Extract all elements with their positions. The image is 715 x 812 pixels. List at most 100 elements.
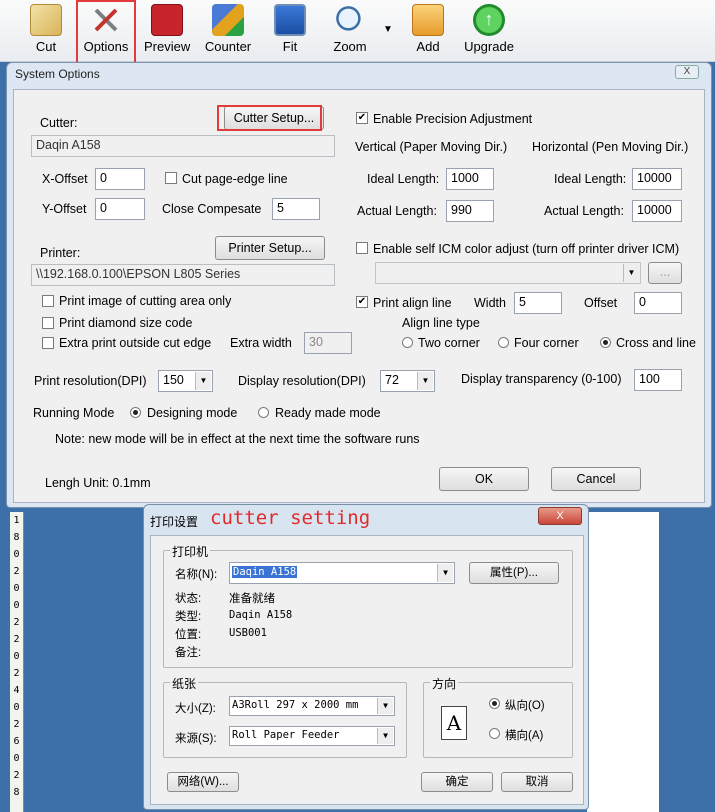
cross-and-line-radio[interactable]: [600, 337, 611, 348]
print-align-checkbox[interactable]: ✔: [356, 296, 368, 308]
align-width-label: Width: [474, 296, 506, 310]
cancel-button[interactable]: Cancel: [551, 467, 641, 491]
status-label: 状态:: [175, 593, 202, 605]
print-image-checkbox[interactable]: [42, 295, 54, 307]
four-corner-radio[interactable]: [498, 337, 509, 348]
print-cancel-button[interactable]: 取消: [501, 772, 573, 792]
zoom-dropdown-arrow-icon[interactable]: ▼: [383, 24, 393, 35]
fit-icon: [274, 4, 306, 36]
h-actual-length-label: Actual Length:: [544, 204, 624, 218]
close-compesate-label: Close Compesate: [162, 202, 262, 216]
zoom-icon: [334, 4, 366, 36]
ruler-tick-label: 0: [13, 583, 20, 594]
cut-page-edge-checkbox[interactable]: [165, 172, 177, 184]
folder-add-icon: [412, 4, 444, 36]
options-highlight-box: [76, 0, 136, 70]
extra-print-checkbox[interactable]: [42, 337, 54, 349]
align-offset-label: Offset: [584, 296, 618, 310]
cutter-label: Cutter:: [40, 116, 78, 130]
y-offset-field[interactable]: 0: [95, 198, 145, 220]
align-offset-field[interactable]: 0: [634, 292, 682, 314]
vertical-ruler: 1 8 0 2 0 0 2 2 0 2 4 0 2 6 0 2 8: [10, 512, 24, 812]
ruler-tick-label: 4: [13, 685, 20, 696]
extra-width-field[interactable]: 30: [304, 332, 352, 354]
chevron-down-icon: ▼: [623, 264, 639, 282]
chevron-down-icon: ▼: [195, 372, 211, 390]
portrait-radio[interactable]: [489, 698, 500, 709]
four-corner-label: Four corner: [514, 336, 579, 350]
print-setup-dialog: 打印设置 cutter setting X 打印机 名称(N): Daqin A…: [143, 504, 589, 810]
transparency-field[interactable]: 100: [634, 369, 682, 391]
icm-browse-button[interactable]: ...: [648, 262, 682, 284]
enable-precision-label: Enable Precision Adjustment: [373, 112, 533, 126]
status-value: 准备就绪: [229, 593, 275, 605]
close-compesate-field[interactable]: 5: [272, 198, 320, 220]
cutter-name-field[interactable]: Daqin A158: [31, 135, 335, 157]
print-diamond-label: Print diamond size code: [59, 316, 193, 330]
extra-width-label: Extra width: [230, 336, 292, 350]
cut-icon: [30, 4, 62, 36]
toolbar-counter-button[interactable]: Counter: [203, 4, 253, 54]
ruler-tick-label: 1: [13, 515, 20, 526]
mode-note: Note: new mode will be in effect at the …: [55, 432, 420, 446]
printer-name-field[interactable]: \\192.168.0.100\EPSON L805 Series: [31, 264, 335, 286]
ruler-tick-label: 0: [13, 702, 20, 713]
align-type-label: Align line type: [402, 316, 480, 330]
portrait-label: 纵向(O): [505, 700, 545, 712]
ruler-tick-label: 0: [13, 600, 20, 611]
source-label: 来源(S):: [175, 733, 217, 745]
comment-label: 备注:: [175, 647, 202, 659]
icm-checkbox[interactable]: [356, 242, 368, 254]
print-align-label: Print align line: [373, 296, 452, 310]
close-icon[interactable]: X: [675, 65, 699, 79]
cross-and-line-label: Cross and line: [616, 336, 696, 350]
chevron-down-icon: ▼: [417, 372, 433, 390]
h-actual-length-field[interactable]: 10000: [632, 200, 682, 222]
ruler-tick-label: 2: [13, 617, 20, 628]
icm-profile-select[interactable]: ▼: [375, 262, 641, 284]
paper-size-select[interactable]: A3Roll 297 x 2000 mm ▼: [229, 696, 395, 716]
v-ideal-length-label: Ideal Length:: [367, 172, 440, 186]
toolbar-upgrade-button[interactable]: ↑ Upgrade: [462, 4, 516, 54]
h-ideal-length-label: Ideal Length:: [554, 172, 627, 186]
paper-source-select[interactable]: Roll Paper Feeder ▼: [229, 726, 395, 746]
enable-precision-checkbox[interactable]: ✔: [356, 112, 368, 124]
toolbar-add-button[interactable]: Add: [410, 4, 446, 54]
landscape-radio[interactable]: [489, 728, 500, 739]
toolbar-zoom-button[interactable]: Zoom: [330, 4, 370, 54]
counter-icon: [212, 4, 244, 36]
designing-mode-radio[interactable]: [130, 407, 141, 418]
ruler-tick-label: 2: [13, 668, 20, 679]
dialog-title: System Options: [15, 67, 100, 81]
print-image-label: Print image of cutting area only: [59, 294, 232, 308]
display-resolution-select[interactable]: 72 ▼: [380, 370, 435, 392]
v-ideal-length-field[interactable]: 1000: [446, 168, 494, 190]
print-resolution-select[interactable]: 150 ▼: [158, 370, 213, 392]
v-actual-length-field[interactable]: 990: [446, 200, 494, 222]
printer-label: Printer:: [40, 246, 81, 260]
two-corner-label: Two corner: [418, 336, 480, 350]
close-icon[interactable]: X: [538, 507, 582, 525]
landscape-label: 横向(A): [505, 730, 544, 742]
ok-button[interactable]: OK: [439, 467, 529, 491]
network-button[interactable]: 网络(W)...: [167, 772, 239, 792]
align-width-field[interactable]: 5: [514, 292, 562, 314]
size-label: 大小(Z):: [175, 703, 216, 715]
print-diamond-checkbox[interactable]: [42, 317, 54, 329]
properties-button[interactable]: 属性(P)...: [469, 562, 559, 584]
horizontal-header: Horizontal (Pen Moving Dir.): [532, 140, 689, 154]
preview-icon: [151, 4, 183, 36]
chevron-down-icon: ▼: [377, 698, 393, 714]
x-offset-field[interactable]: 0: [95, 168, 145, 190]
two-corner-radio[interactable]: [402, 337, 413, 348]
paper-group: 纸张: [163, 675, 407, 758]
ready-made-mode-radio[interactable]: [258, 407, 269, 418]
printer-setup-button[interactable]: Printer Setup...: [215, 236, 325, 260]
h-ideal-length-field[interactable]: 10000: [632, 168, 682, 190]
x-offset-label: X-Offset: [42, 172, 88, 186]
confirm-button[interactable]: 确定: [421, 772, 493, 792]
toolbar-cut-button[interactable]: Cut: [28, 4, 64, 54]
toolbar-preview-button[interactable]: Preview: [144, 4, 190, 54]
printer-name-select[interactable]: Daqin A158 ▼: [229, 562, 455, 584]
toolbar-fit-button[interactable]: Fit: [272, 4, 308, 54]
